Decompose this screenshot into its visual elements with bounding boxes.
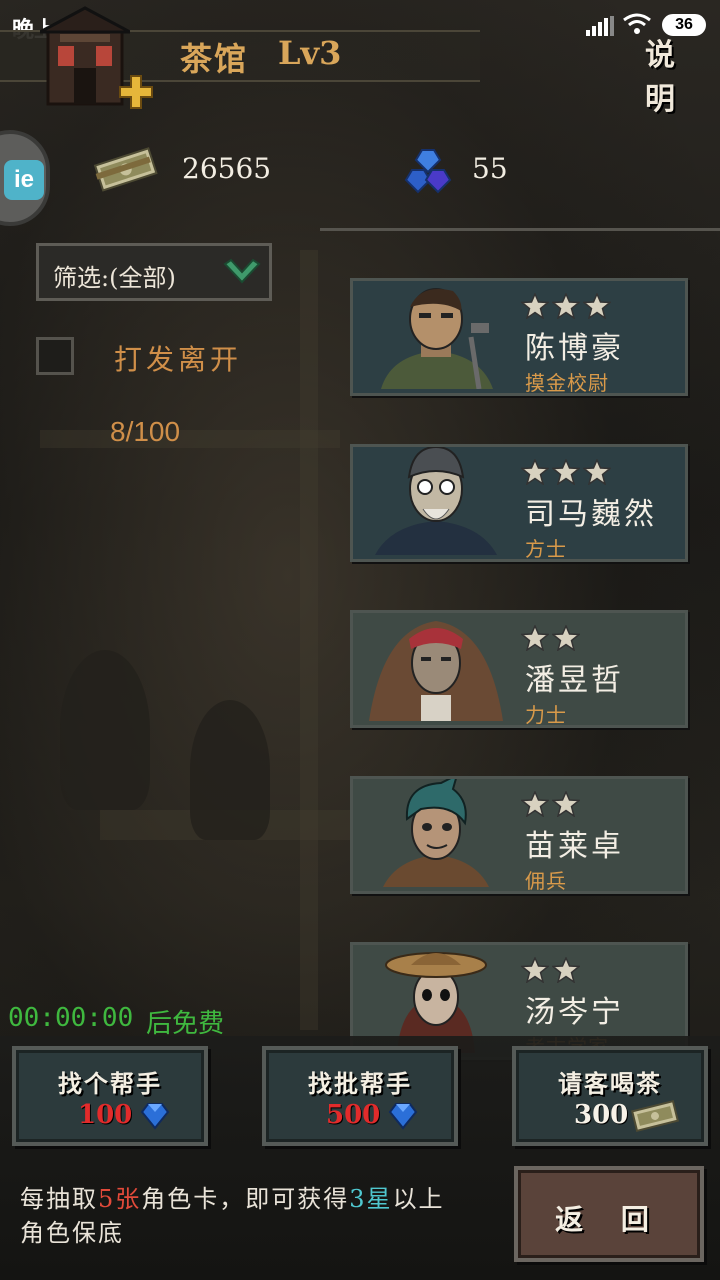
money-icon bbox=[630, 1100, 680, 1132]
level-label: Lv3 bbox=[278, 34, 342, 72]
note-text: 每抽取 bbox=[20, 1185, 98, 1213]
star-icon bbox=[521, 293, 549, 319]
dismiss-label[interactable]: 打发离开 bbox=[114, 338, 242, 378]
roster-count: 8/100 bbox=[110, 416, 181, 447]
note-text: 以上 bbox=[392, 1185, 445, 1213]
background-figure bbox=[60, 650, 150, 810]
gem-value: 55 bbox=[472, 152, 508, 185]
gem-icon bbox=[140, 1103, 170, 1130]
background-figure bbox=[190, 700, 270, 840]
page-title: 茶馆 bbox=[180, 40, 249, 78]
money-icon bbox=[93, 147, 158, 192]
note-star-level: 3星 bbox=[349, 1185, 393, 1213]
back-button[interactable]: 返 回 bbox=[514, 1166, 704, 1262]
character-portrait bbox=[381, 288, 493, 389]
star-rating bbox=[521, 957, 580, 983]
filter-dropdown[interactable]: 筛选:(全部) bbox=[36, 243, 272, 301]
recruit-one-button[interactable]: 找个帮手 100 bbox=[12, 1046, 208, 1146]
character-class: 佣兵 bbox=[525, 869, 567, 893]
divider-line bbox=[320, 228, 720, 231]
recruit-batch-button[interactable]: 找批帮手 500 bbox=[262, 1046, 458, 1146]
gem-icon bbox=[404, 149, 452, 194]
upgrade-plus-icon[interactable] bbox=[118, 74, 154, 110]
treat-tea-button[interactable]: 请客喝茶 300 bbox=[512, 1046, 708, 1146]
character-portrait bbox=[369, 621, 503, 721]
star-icon bbox=[552, 293, 580, 319]
side-tab[interactable]: ie bbox=[0, 130, 50, 226]
side-tab-label: ie bbox=[4, 160, 44, 200]
treat-tea-cost: 300 bbox=[574, 1100, 629, 1130]
signal-icon bbox=[586, 16, 614, 36]
star-rating bbox=[521, 459, 611, 485]
star-icon bbox=[552, 957, 580, 983]
back-label: 返 回 bbox=[555, 1203, 663, 1236]
teahouse-building-icon[interactable] bbox=[40, 6, 130, 106]
filter-label: 筛选:(全部) bbox=[53, 264, 176, 292]
help-button[interactable]: 说 明 bbox=[645, 30, 720, 118]
character-card[interactable]: 苗莱卓 佣兵 bbox=[350, 776, 688, 894]
character-class: 力士 bbox=[525, 703, 567, 727]
star-icon bbox=[552, 459, 580, 485]
chevron-down-icon bbox=[223, 258, 261, 284]
star-icon bbox=[583, 459, 611, 485]
star-rating bbox=[521, 293, 611, 319]
background-beam bbox=[300, 250, 318, 1030]
character-card[interactable]: 潘昱哲 力士 bbox=[350, 610, 688, 728]
character-portrait bbox=[383, 779, 489, 887]
character-card[interactable]: 陈博豪 摸金校尉 bbox=[350, 278, 688, 396]
recruit-batch-cost: 500 bbox=[326, 1100, 381, 1130]
star-icon bbox=[552, 625, 580, 651]
character-name: 潘昱哲 bbox=[525, 663, 624, 698]
note-card-count: 5张 bbox=[98, 1185, 142, 1213]
free-timer: 00:00:00 bbox=[8, 1003, 134, 1033]
star-icon bbox=[521, 791, 549, 817]
character-name: 苗莱卓 bbox=[525, 829, 624, 864]
treat-tea-label: 请客喝茶 bbox=[558, 1069, 662, 1098]
guarantee-note: 每抽取5张角色卡，即可获得3星以上角色保底 bbox=[20, 1182, 500, 1250]
note-text: 角色卡，即可获得 bbox=[141, 1185, 350, 1213]
recruit-one-cost: 100 bbox=[78, 1100, 133, 1130]
character-portrait bbox=[375, 447, 497, 555]
character-name: 汤岑宁 bbox=[525, 995, 624, 1030]
star-icon bbox=[521, 957, 549, 983]
recruit-one-label: 找个帮手 bbox=[58, 1069, 162, 1098]
money-value: 26565 bbox=[182, 152, 272, 185]
background-beam bbox=[40, 430, 340, 448]
star-icon bbox=[521, 625, 549, 651]
character-name: 司马巍然 bbox=[525, 497, 657, 532]
star-rating bbox=[521, 625, 580, 651]
star-icon bbox=[583, 293, 611, 319]
note-text: 角色保底 bbox=[20, 1219, 124, 1247]
character-name: 陈博豪 bbox=[525, 331, 624, 366]
star-rating bbox=[521, 791, 580, 817]
character-class: 方士 bbox=[525, 537, 567, 561]
star-icon bbox=[521, 459, 549, 485]
character-class: 摸金校尉 bbox=[525, 371, 609, 395]
recruit-batch-label: 找批帮手 bbox=[308, 1069, 412, 1098]
star-icon bbox=[552, 791, 580, 817]
dismiss-checkbox[interactable] bbox=[36, 337, 74, 375]
gem-icon bbox=[388, 1103, 418, 1130]
character-card[interactable]: 司马巍然 方士 bbox=[350, 444, 688, 562]
free-timer-suffix: 后免费 bbox=[146, 1009, 225, 1039]
